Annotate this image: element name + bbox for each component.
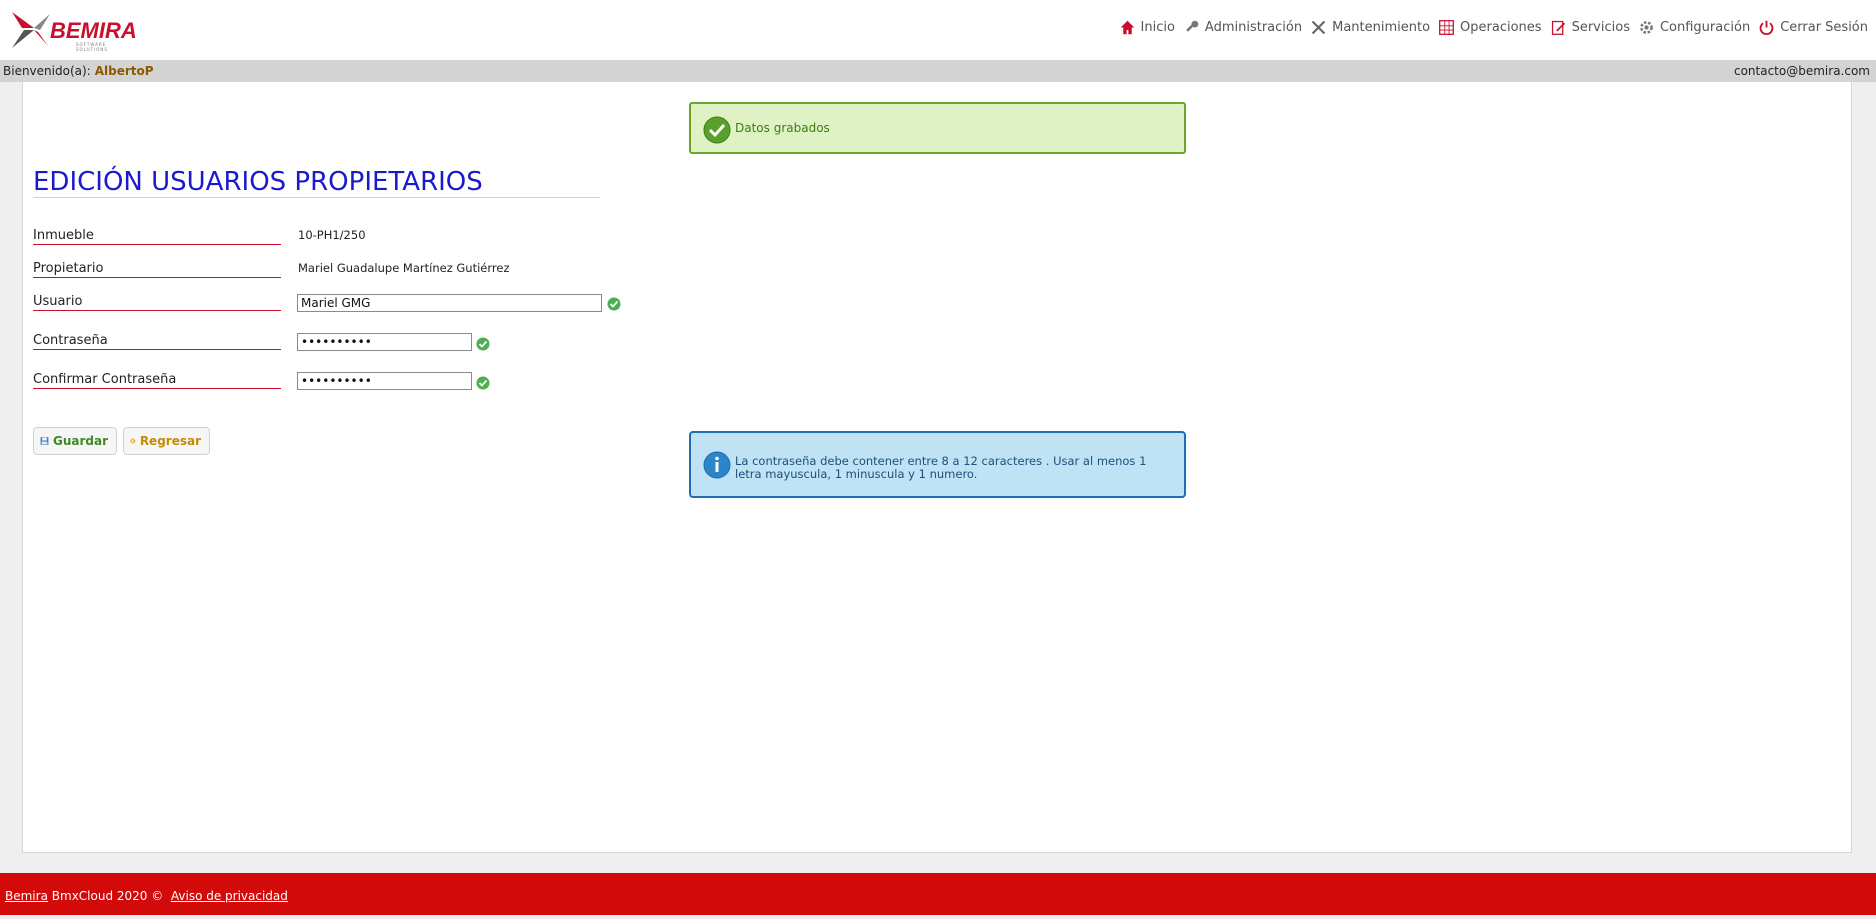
footer-bemira-link[interactable]: Bemira — [5, 889, 48, 903]
grid-icon — [1439, 19, 1454, 35]
privacy-notice-link[interactable]: Aviso de privacidad — [171, 889, 288, 903]
nav-administracion[interactable]: Administración — [1183, 19, 1302, 36]
nav-inicio[interactable]: Inicio — [1119, 19, 1175, 36]
key-icon — [1186, 20, 1199, 32]
save-button[interactable]: Guardar — [33, 427, 117, 455]
propietario-label: Propietario — [33, 261, 281, 278]
back-button-label: Regresar — [139, 434, 201, 448]
nav-mantenimiento-label: Mantenimiento — [1332, 19, 1431, 35]
password-input[interactable] — [297, 333, 472, 351]
main-panel: Datos grabados EDICIÓN USUARIOS PROPIETA… — [22, 82, 1852, 853]
info-alert: La contraseña debe contener entre 8 a 12… — [689, 431, 1186, 498]
success-message: Datos grabados — [735, 121, 830, 135]
nav-servicios-label: Servicios — [1571, 19, 1630, 35]
usuario-label: Usuario — [33, 294, 281, 311]
usuario-input[interactable] — [297, 294, 602, 312]
check-circle-icon — [703, 116, 731, 144]
power-icon — [1759, 20, 1774, 35]
save-button-label: Guardar — [52, 434, 108, 448]
bemira-logo-mark — [12, 12, 50, 48]
confirm-password-label: Confirmar Contraseña — [33, 372, 281, 389]
nav-configuracion-label: Configuración — [1659, 19, 1751, 35]
welcome-label: Bienvenido(a): — [3, 64, 91, 78]
edit-icon — [1551, 20, 1565, 35]
nav-cerrar-sesion[interactable]: Cerrar Sesión — [1758, 19, 1868, 36]
main-nav: Inicio Administración Mantenimiento Oper… — [1119, 17, 1868, 37]
nav-configuracion[interactable]: Configuración — [1638, 19, 1750, 36]
footer: Bemira BmxCloud 2020 © Aviso de privacid… — [0, 873, 1876, 915]
confirm-password-input[interactable] — [297, 372, 472, 390]
info-message: La contraseña debe contener entre 8 a 12… — [735, 454, 1147, 481]
logo-tagline: SOFTWARE SOLUTIONS — [76, 42, 108, 52]
propietario-value: Mariel Guadalupe Martínez Gutiérrez — [298, 261, 510, 275]
footer-content: Bemira BmxCloud 2020 © Aviso de privacid… — [5, 889, 288, 903]
success-alert: Datos grabados — [689, 102, 1186, 154]
inmueble-label: Inmueble — [33, 228, 281, 245]
back-button[interactable]: Regresar — [123, 427, 210, 455]
back-arrow-icon — [130, 438, 136, 444]
nav-cerrar-sesion-label: Cerrar Sesión — [1780, 19, 1868, 35]
nav-operaciones-label: Operaciones — [1460, 19, 1542, 35]
tools-icon — [1311, 20, 1326, 34]
inmueble-value: 10-PH1/250 — [298, 228, 366, 242]
info-icon — [703, 451, 731, 479]
top-header: BEMIRA SOFTWARE SOLUTIONS Inicio Adminis… — [0, 0, 1876, 60]
nav-inicio-label: Inicio — [1140, 19, 1175, 35]
bemira-logo[interactable]: BEMIRA SOFTWARE SOLUTIONS — [10, 8, 140, 52]
footer-copyright: BmxCloud 2020 © — [51, 889, 164, 903]
welcome-text: Bienvenido(a): AlbertoP — [3, 60, 154, 82]
password-valid-icon — [476, 337, 490, 351]
floppy-disk-icon — [40, 437, 49, 445]
page-title: EDICIÓN USUARIOS PROPIETARIOS — [33, 167, 600, 198]
nav-mantenimiento[interactable]: Mantenimiento — [1310, 19, 1430, 36]
welcome-bar: Bienvenido(a): AlbertoP contacto@bemira.c… — [0, 60, 1876, 82]
contact-email: contacto@bemira.com — [1733, 64, 1870, 78]
logo-text: BEMIRA — [50, 18, 137, 43]
usuario-valid-icon — [607, 297, 621, 311]
home-icon — [1120, 20, 1134, 34]
password-label: Contraseña — [33, 333, 281, 350]
nav-servicios[interactable]: Servicios — [1550, 19, 1630, 36]
nav-operaciones[interactable]: Operaciones — [1438, 19, 1542, 36]
nav-administracion-label: Administración — [1204, 19, 1303, 35]
gear-icon — [1640, 20, 1653, 34]
confirm-password-valid-icon — [476, 376, 490, 390]
welcome-username: AlbertoP — [94, 64, 154, 78]
